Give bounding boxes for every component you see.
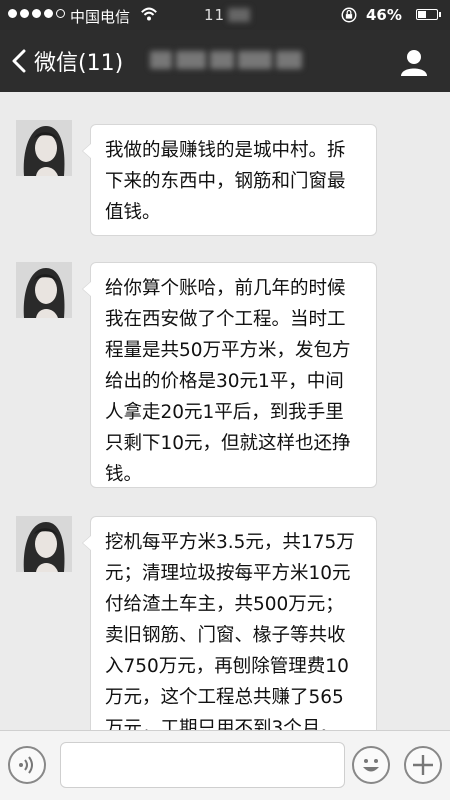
carrier-label: 中国电信 xyxy=(70,8,131,26)
rotation-lock-icon xyxy=(341,7,357,23)
back-button[interactable]: 微信(11) xyxy=(10,30,123,92)
avatar-portrait xyxy=(16,262,72,318)
avatar[interactable] xyxy=(16,262,72,318)
chevron-left-icon xyxy=(12,49,26,73)
voice-button[interactable] xyxy=(8,746,46,784)
avatar[interactable] xyxy=(16,120,72,176)
person-icon[interactable] xyxy=(398,46,430,78)
chat-title-blurred xyxy=(150,46,320,74)
status-bar: 中国电信 11 46% xyxy=(0,0,450,30)
battery-icon xyxy=(416,9,438,20)
signal-dots-icon xyxy=(8,9,65,18)
emoji-button[interactable] xyxy=(352,746,390,784)
wifi-icon xyxy=(141,7,157,21)
avatar-portrait xyxy=(16,516,72,572)
message-input[interactable] xyxy=(60,742,345,788)
plus-button[interactable] xyxy=(404,746,442,784)
message-bubble[interactable]: 挖机每平方米3.5元，共175万元；清理垃圾按每平方米10元付给渣土车主，共50… xyxy=(82,516,377,730)
clock: 11 xyxy=(204,6,226,24)
battery-tip xyxy=(439,12,441,17)
input-bar xyxy=(0,730,450,800)
battery-fill xyxy=(418,11,427,18)
back-label: 微信(11) xyxy=(34,51,124,76)
voice-icon xyxy=(19,756,33,774)
clock-blur xyxy=(228,8,250,22)
message-bubble[interactable]: 我做的最赚钱的是城中村。拆下来的东西中，钢筋和门窗最值钱。 xyxy=(82,124,377,236)
emoji-icon xyxy=(363,759,379,772)
avatar[interactable] xyxy=(16,516,72,572)
message-bubble[interactable]: 给你算个账哈，前几年的时候我在西安做了个工程。当时工程量是共50万平方米，发包方… xyxy=(82,262,377,488)
plus-icon xyxy=(413,755,433,775)
avatar-portrait xyxy=(16,120,72,176)
chat-area[interactable]: 我做的最赚钱的是城中村。拆下来的东西中，钢筋和门窗最值钱。 给你算个账哈，前几年… xyxy=(0,92,450,730)
battery-percent: 46% xyxy=(366,6,402,24)
nav-bar: 微信(11) xyxy=(0,30,450,92)
